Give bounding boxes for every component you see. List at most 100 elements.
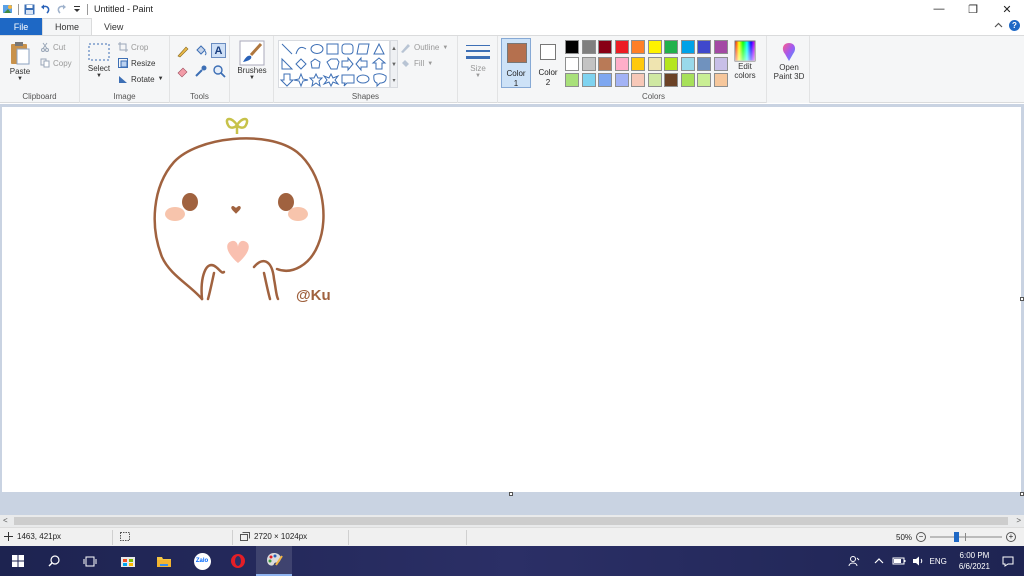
copy-button[interactable]: Copy (40, 58, 72, 68)
color-swatch[interactable] (713, 73, 728, 87)
customize-qat-icon[interactable] (71, 3, 83, 15)
battery-icon[interactable] (892, 556, 906, 566)
outline-dropdown-icon[interactable]: ▼ (442, 45, 448, 51)
color-swatch[interactable] (697, 56, 711, 71)
size-dropdown-icon[interactable]: ▼ (475, 73, 481, 79)
collapse-ribbon-icon[interactable] (994, 21, 1003, 30)
drawing-canvas[interactable]: @Ku (2, 107, 1021, 492)
taskbar-file-explorer[interactable] (146, 546, 182, 576)
people-icon[interactable] (848, 555, 860, 567)
scroll-left-icon[interactable]: < (3, 516, 8, 525)
open-paint3d-button[interactable]: Open Paint 3D (769, 41, 809, 81)
zoom-in-icon[interactable]: + (1006, 532, 1017, 542)
color-swatch[interactable] (631, 56, 645, 71)
outline-button[interactable]: Outline ▼ (400, 42, 448, 53)
select-dropdown-icon[interactable]: ▼ (96, 73, 102, 79)
paint-app-icon[interactable] (2, 3, 14, 15)
color-swatch[interactable] (614, 40, 629, 54)
fill-bucket-icon[interactable] (194, 44, 208, 58)
color-swatch[interactable] (598, 40, 612, 54)
color-swatch[interactable] (664, 56, 678, 71)
rotate-dropdown-icon[interactable]: ▼ (158, 76, 164, 82)
color-swatch[interactable] (581, 73, 596, 87)
taskbar-zalo[interactable]: Zalo (184, 546, 220, 576)
undo-icon[interactable] (39, 3, 51, 15)
restore-button[interactable]: ❐ (956, 0, 990, 18)
task-view-button[interactable] (72, 546, 108, 576)
canvas-resize-handle-right[interactable] (1020, 297, 1024, 301)
fill-button[interactable]: Fill ▼ (400, 58, 433, 69)
clock[interactable]: 6:00 PM 6/6/2021 (959, 550, 990, 572)
resize-button[interactable]: Resize (118, 58, 155, 68)
color-swatch[interactable] (631, 73, 645, 87)
eraser-icon[interactable] (176, 64, 190, 78)
volume-icon[interactable] (912, 556, 924, 566)
color-swatch[interactable] (713, 40, 728, 54)
taskbar-opera[interactable] (220, 546, 256, 576)
color-swatch[interactable] (697, 40, 711, 54)
crop-button[interactable]: Crop (118, 42, 148, 52)
text-tool-icon[interactable]: A (211, 43, 226, 58)
color-swatch[interactable] (664, 40, 678, 54)
fill-dropdown-icon[interactable]: ▼ (427, 61, 433, 67)
edit-colors-button[interactable]: Edit colors (730, 40, 760, 80)
color-swatch[interactable] (697, 73, 711, 87)
tab-home[interactable]: Home (42, 18, 93, 35)
color-swatch[interactable] (565, 73, 579, 87)
redo-icon[interactable] (55, 3, 67, 15)
scroll-right-icon[interactable]: > (1016, 516, 1021, 525)
brushes-button[interactable]: Brushes ▼ (235, 40, 269, 81)
tab-view[interactable]: View (92, 18, 135, 35)
shapes-scroll[interactable]: ▲ ▼ ▾ (390, 40, 398, 88)
color-swatch[interactable] (664, 73, 678, 87)
start-button[interactable] (0, 546, 36, 576)
canvas-resize-handle-corner[interactable] (1020, 492, 1024, 496)
help-icon[interactable]: ? (1009, 20, 1020, 31)
magnifier-icon[interactable] (212, 64, 226, 78)
pencil-icon[interactable] (176, 44, 190, 58)
color2-button[interactable]: Color 2 (534, 38, 562, 88)
zoom-out-icon[interactable]: − (916, 532, 927, 542)
scrollbar-thumb[interactable] (14, 517, 1008, 525)
size-button[interactable]: Size ▼ (464, 42, 492, 79)
tab-file[interactable]: File (0, 18, 42, 35)
color1-button[interactable]: Color 1 (501, 38, 531, 88)
color-swatch[interactable] (598, 73, 612, 87)
zoom-slider[interactable] (930, 532, 1003, 542)
color-swatch[interactable] (631, 40, 645, 54)
show-hidden-icons[interactable] (874, 557, 884, 565)
close-button[interactable]: ✕ (990, 0, 1024, 18)
cut-button[interactable]: Cut (40, 42, 65, 52)
shapes-gallery[interactable] (278, 40, 390, 88)
select-button[interactable]: Select ▼ (84, 42, 114, 79)
horizontal-scrollbar[interactable]: < > (0, 515, 1024, 527)
color-picker-icon[interactable] (194, 64, 208, 78)
rotate-button[interactable]: Rotate ▼ (118, 74, 164, 84)
color-swatch[interactable] (680, 40, 695, 54)
color-swatch[interactable] (581, 56, 596, 71)
color-swatch[interactable] (647, 73, 662, 87)
color-swatch[interactable] (598, 56, 612, 71)
input-language[interactable]: ENG (930, 557, 947, 566)
color-swatch[interactable] (565, 56, 579, 71)
color-swatch[interactable] (647, 56, 662, 71)
taskbar-paint[interactable] (256, 546, 292, 576)
color-swatch[interactable] (680, 56, 695, 71)
color-swatch[interactable] (713, 56, 728, 71)
color-swatch[interactable] (614, 56, 629, 71)
brushes-dropdown-icon[interactable]: ▼ (249, 75, 255, 81)
canvas-resize-handle-bottom[interactable] (509, 492, 513, 496)
color-swatch[interactable] (581, 40, 596, 54)
save-icon[interactable] (23, 3, 35, 15)
color-swatch[interactable] (565, 40, 579, 54)
color-swatch[interactable] (647, 40, 662, 54)
paste-dropdown-icon[interactable]: ▼ (17, 76, 23, 82)
minimize-button[interactable]: — (922, 0, 956, 18)
paste-button[interactable]: Paste ▼ (6, 41, 34, 82)
color-swatch[interactable] (614, 73, 629, 87)
notification-icon[interactable] (1002, 556, 1014, 567)
color-swatch[interactable] (680, 73, 695, 87)
search-button[interactable] (36, 546, 72, 576)
zoom-slider-thumb[interactable] (954, 532, 960, 542)
taskbar-app-store[interactable] (110, 546, 146, 576)
